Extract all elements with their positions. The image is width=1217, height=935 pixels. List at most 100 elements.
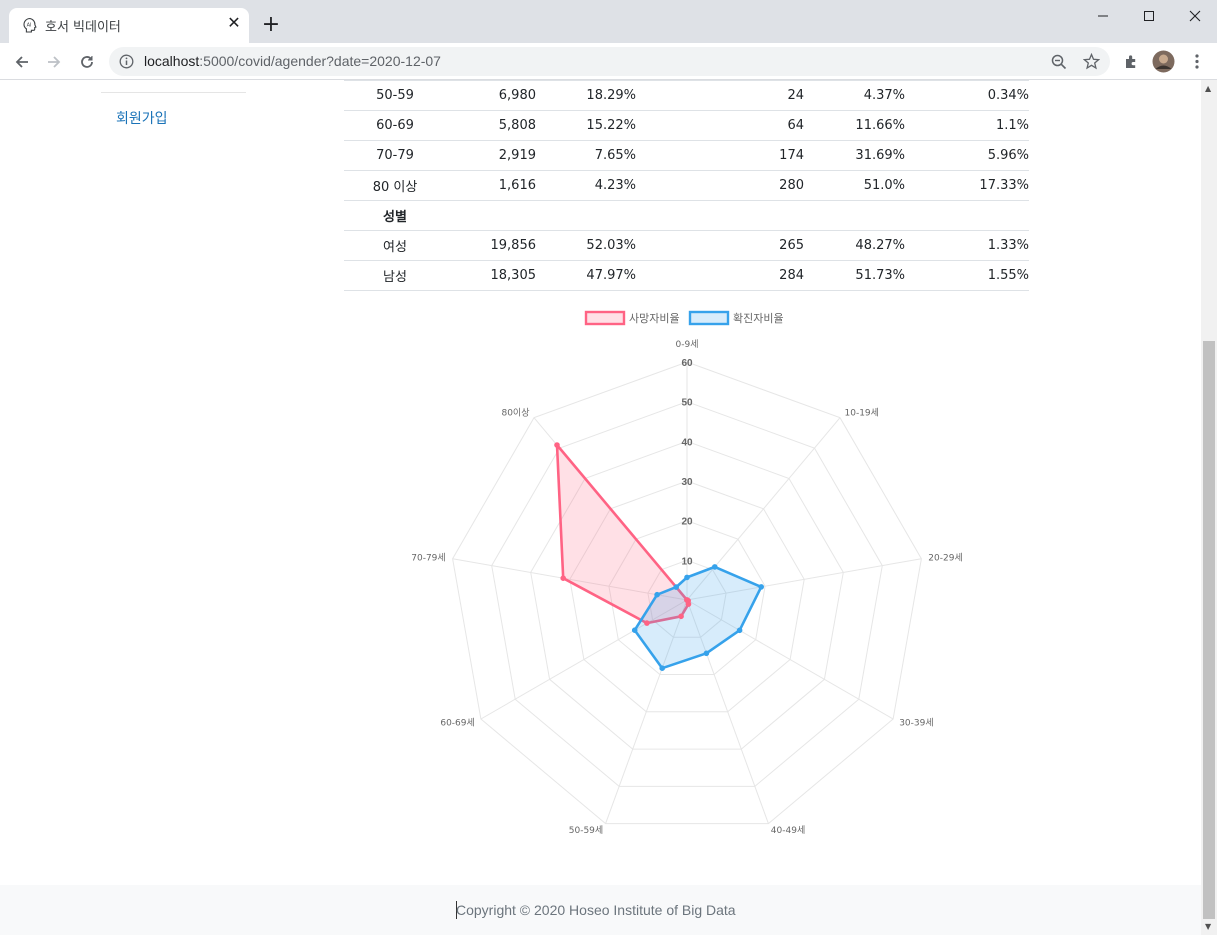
empty-cell <box>446 200 1029 231</box>
data-point[interactable] <box>631 627 638 634</box>
page-content: 회원가입 50-59 6,980 18.29% 24 4.37% 0.34% 60-69 5,… <box>0 80 1201 935</box>
spacer-cell <box>636 170 664 201</box>
signup-link[interactable]: 회원가입 <box>116 108 168 128</box>
new-tab-button[interactable]: + <box>258 12 284 38</box>
table-cell: 남성 <box>344 260 446 291</box>
gender-header-row: 성별 <box>344 200 1029 231</box>
table-cell: 19,856 <box>446 230 536 261</box>
forward-button[interactable] <box>40 48 68 76</box>
reload-icon <box>81 56 93 68</box>
data-point[interactable] <box>736 627 743 634</box>
zoom-icon[interactable] <box>1051 54 1067 70</box>
legend-swatch[interactable] <box>584 310 626 326</box>
table-cell: 4.23% <box>536 170 636 201</box>
table-cell: 여성 <box>344 230 446 261</box>
data-point[interactable] <box>554 442 560 448</box>
tab-close-icon[interactable]: ✕ <box>225 14 243 32</box>
data-point[interactable] <box>684 574 690 581</box>
table-cell: 51.73% <box>804 260 905 291</box>
table-cell: 51.0% <box>804 170 905 201</box>
table-cell: 52.03% <box>536 230 636 261</box>
data-point[interactable] <box>678 613 684 620</box>
table-cell: 80 이상 <box>344 170 446 201</box>
age-gender-table: 50-59 6,980 18.29% 24 4.37% 0.34% 60-69 5,808 15… <box>344 80 1029 291</box>
profile-avatar[interactable] <box>1152 50 1175 73</box>
table-cell: 11.66% <box>804 110 905 141</box>
table-cell: 265 <box>664 230 804 261</box>
favicon-text: AI <box>27 23 32 29</box>
table-cell: 48.27% <box>804 230 905 261</box>
forward-arrow-icon <box>48 56 61 68</box>
bookmark-star-icon[interactable] <box>1083 53 1100 70</box>
maximize-icon <box>1144 11 1154 21</box>
category-label: 20-29세 <box>928 553 962 564</box>
vertical-scrollbar[interactable]: ▲ ▼ <box>1201 80 1217 935</box>
footer: Copyright © 2020 Hoseo Institute of Big … <box>0 885 1201 935</box>
browser-tab[interactable]: AI 호서 빅데이터 ✕ <box>9 8 249 43</box>
reload-button[interactable] <box>73 48 101 76</box>
chart-legend: 사망자비율 확진자비율 <box>584 310 784 326</box>
info-icon[interactable] <box>119 54 134 69</box>
table-cell: 1.1% <box>905 110 1029 141</box>
table-cell: 1.55% <box>905 260 1029 291</box>
age-row: 80 이상 1,616 4.23% 280 51.0% 17.33% <box>344 170 1029 201</box>
scroll-down-arrow-icon[interactable]: ▼ <box>1205 922 1211 931</box>
table-cell: 280 <box>664 170 804 201</box>
data-point[interactable] <box>712 564 718 570</box>
table-cell: 7.65% <box>536 140 636 171</box>
category-label: 80이상 <box>501 407 529 418</box>
table-cell: 60-69 <box>344 110 446 141</box>
tab-title: 호서 빅데이터 <box>45 20 121 35</box>
tab-bar: AI 호서 빅데이터 ✕ + <box>0 0 1217 43</box>
legend-label[interactable]: 확진자비율 <box>733 312 784 325</box>
url-path: :5000/covid/agender?date=2020-12-07 <box>199 53 441 69</box>
legend-swatch[interactable] <box>688 310 730 326</box>
data-point[interactable] <box>685 601 692 607</box>
data-point[interactable] <box>560 575 566 582</box>
sidebar-divider <box>101 92 246 93</box>
table-cell: 18,305 <box>446 260 536 291</box>
menu-kebab-icon[interactable] <box>1189 53 1205 70</box>
table-cell: 5.96% <box>905 140 1029 171</box>
table-cell: 4.37% <box>804 80 905 111</box>
age-row: 70-79 2,919 7.65% 174 31.69% 5.96% <box>344 140 1029 171</box>
address-bar[interactable]: localhost:5000/covid/agender?date=2020-1… <box>109 47 1110 76</box>
data-point[interactable] <box>758 584 765 590</box>
back-button[interactable] <box>8 48 36 76</box>
legend-label[interactable]: 사망자비율 <box>629 312 680 325</box>
table-cell: 5,808 <box>446 110 536 141</box>
data-point[interactable] <box>703 650 710 657</box>
table-cell: 174 <box>664 140 804 171</box>
scroll-thumb[interactable] <box>1203 341 1215 919</box>
age-row: 60-69 5,808 15.22% 64 11.66% 1.1% <box>344 110 1029 141</box>
tick-label: 20 <box>681 517 693 528</box>
table-cell: 17.33% <box>905 170 1029 201</box>
data-point[interactable] <box>654 591 660 598</box>
maximize-button[interactable] <box>1126 0 1172 32</box>
close-window-button[interactable] <box>1172 0 1217 32</box>
category-label: 30-39세 <box>899 718 933 729</box>
table-cell: 15.22% <box>536 110 636 141</box>
scroll-up-arrow-icon[interactable]: ▲ <box>1205 84 1211 93</box>
table-cell: 6,980 <box>446 80 536 111</box>
category-label: 0-9세 <box>676 339 699 350</box>
back-arrow-icon <box>15 56 28 68</box>
category-label: 60-69세 <box>440 718 474 729</box>
minimize-button[interactable] <box>1080 0 1126 32</box>
data-point[interactable] <box>644 620 650 626</box>
extensions-icon[interactable] <box>1123 53 1140 70</box>
data-point[interactable] <box>673 584 680 590</box>
spacer-cell <box>636 140 664 171</box>
tick-label: 50 <box>681 398 693 409</box>
minimize-icon <box>1098 15 1108 17</box>
footer-copyright: Copyright © 2020 Hoseo Institute of Big … <box>456 902 736 918</box>
table-cell: 50-59 <box>344 80 446 111</box>
data-point[interactable] <box>659 665 666 672</box>
radar-chart: 사망자비율 확진자비율 10 20 30 40 50 60 0-9세 10-19세 20-29세 3… <box>411 310 963 836</box>
url-text[interactable]: localhost:5000/covid/agender?date=2020-1… <box>144 53 441 69</box>
close-icon <box>1189 10 1201 22</box>
tick-label: 40 <box>681 437 693 448</box>
table-cell: 284 <box>664 260 804 291</box>
table-cell: 47.97% <box>536 260 636 291</box>
table-cell: 24 <box>664 80 804 111</box>
